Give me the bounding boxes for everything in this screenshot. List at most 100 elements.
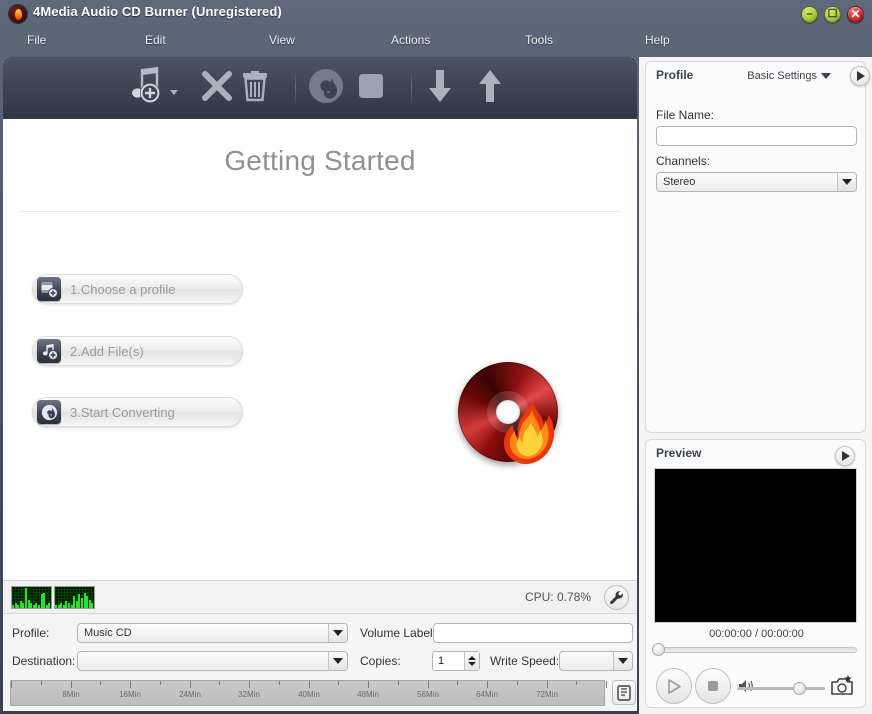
file-name-input[interactable] (656, 126, 857, 146)
close-button[interactable]: ✕ (847, 6, 864, 23)
toolbar-separator (295, 69, 296, 107)
menu-item-help[interactable]: Help (638, 30, 677, 50)
ruler-tick (398, 681, 399, 685)
copies-value: 1 (438, 655, 445, 667)
dropdown-arrow-icon[interactable] (170, 89, 178, 95)
burn-button[interactable] (308, 65, 344, 111)
ruler-label: 56Min (417, 690, 439, 699)
profile-expand-arrow-icon[interactable] (850, 66, 870, 86)
ruler-tick (130, 681, 131, 688)
wrench-icon[interactable] (604, 585, 629, 610)
app-window: 4Media Audio CD Burner (Unregistered) – … (0, 0, 872, 714)
ruler-tick (487, 681, 488, 688)
ruler-tick (428, 681, 429, 688)
ruler-tick (160, 681, 161, 685)
volume-slider-knob[interactable] (793, 682, 806, 695)
cpu-graph-2 (54, 586, 95, 609)
preview-expand-arrow-icon[interactable] (835, 446, 855, 466)
profile-select[interactable]: Music CD (77, 623, 348, 643)
music-note-plus-icon (123, 66, 167, 111)
channels-select[interactable]: Stereo (656, 172, 857, 192)
chevron-down-icon (837, 173, 856, 191)
destination-select[interactable] (77, 651, 348, 671)
burn-disc-icon (308, 68, 344, 109)
burning-cd-icon (458, 362, 558, 466)
profile-value: Music CD (84, 627, 132, 639)
convert-disc-icon (37, 400, 61, 424)
ruler-tick (338, 681, 339, 685)
minimize-button[interactable]: – (801, 6, 818, 23)
snapshot-button[interactable] (829, 674, 855, 703)
chevron-down-icon (613, 652, 632, 670)
step-label: 1.Choose a profile (70, 281, 176, 297)
channels-label: Channels: (656, 154, 711, 168)
ruler-tick (547, 681, 548, 688)
disc-info-icon[interactable] (612, 680, 636, 705)
menu-item-tools[interactable]: Tools (518, 30, 560, 50)
step-button-2[interactable]: 2.Add File(s) (32, 336, 243, 366)
ruler-tick (41, 681, 42, 685)
step-button-1[interactable]: 1.Choose a profile (32, 274, 243, 304)
divider (19, 211, 621, 212)
write-speed-label: Write Speed: (490, 654, 560, 668)
cpu-usage-label: CPU: 0.78% (524, 590, 591, 604)
close-x-icon (201, 70, 233, 107)
preview-section-title: Preview (656, 446, 702, 460)
clear-list-button[interactable] (241, 65, 269, 111)
cpu-graph-1 (11, 586, 52, 609)
play-button[interactable] (656, 668, 692, 704)
cpu-bar (91, 602, 94, 608)
menu-item-file[interactable]: File (20, 30, 53, 50)
copies-stepper[interactable]: 1 (432, 651, 480, 671)
page-title: Getting Started (224, 145, 416, 176)
add-file-button[interactable] (123, 65, 178, 111)
preview-section: Preview 00:00:00 / 00:00:00 (645, 439, 866, 708)
window-title: 4Media Audio CD Burner (Unregistered) (33, 4, 282, 19)
channels-value: Stereo (663, 176, 696, 188)
profile-label: Profile: (12, 626, 50, 640)
ruler-tick (219, 681, 220, 685)
step-label: 3.Start Converting (70, 404, 175, 420)
maximize-button[interactable]: ☐ (824, 6, 841, 23)
remove-file-button[interactable] (201, 65, 233, 111)
basic-settings-dropdown[interactable]: Basic Settings (747, 70, 831, 82)
volume-slider[interactable] (737, 687, 825, 690)
capacity-ruler-area: 8Min 16Min 24Min 32Min 40Min 48Min 56Min 64Min 7… (3, 676, 637, 711)
stop-button[interactable] (695, 668, 731, 704)
close-icon: ✕ (850, 7, 861, 21)
profile-section: Profile Basic Settings File Name: Channe… (645, 61, 866, 433)
ruler-tick (279, 681, 280, 685)
cpu-bar (48, 602, 51, 608)
menu-item-view[interactable]: View (262, 30, 302, 50)
chevron-down-icon (821, 73, 831, 79)
ruler-label: 64Min (476, 690, 498, 699)
menu-item-actions[interactable]: Actions (384, 30, 437, 50)
move-up-button[interactable] (478, 65, 502, 111)
step-button-3[interactable]: 3.Start Converting (32, 397, 243, 427)
ruler-label: 8Min (62, 690, 80, 699)
preview-timecode: 00:00:00 / 00:00:00 (709, 628, 804, 640)
preview-video-area[interactable] (654, 468, 857, 623)
ruler-tick (190, 681, 191, 688)
wrench-glyph (610, 591, 624, 605)
ruler-tick (576, 681, 577, 685)
menu-bar: File Edit View Actions Tools Help (0, 30, 872, 52)
stepper-arrows-icon[interactable] (464, 652, 479, 670)
seek-slider[interactable] (656, 647, 857, 653)
stop-button[interactable] (358, 65, 384, 111)
volume-label-input[interactable] (433, 623, 633, 643)
profile-film-icon (37, 277, 61, 301)
write-speed-select[interactable] (559, 651, 633, 671)
toolbar-separator (411, 69, 412, 107)
music-add-icon (37, 339, 61, 363)
menu-item-edit[interactable]: Edit (138, 30, 173, 50)
copies-label: Copies: (360, 654, 401, 668)
chevron-down-icon (328, 624, 347, 642)
move-down-button[interactable] (428, 65, 452, 111)
destination-label: Destination: (12, 654, 76, 668)
capacity-ruler[interactable]: 8Min 16Min 24Min 32Min 40Min 48Min 56Min 64Min 7… (10, 680, 607, 706)
stop-square-icon (358, 73, 384, 104)
arrow-down-icon (428, 69, 452, 108)
seek-slider-knob[interactable] (652, 643, 665, 656)
ruler-tick (11, 681, 12, 688)
